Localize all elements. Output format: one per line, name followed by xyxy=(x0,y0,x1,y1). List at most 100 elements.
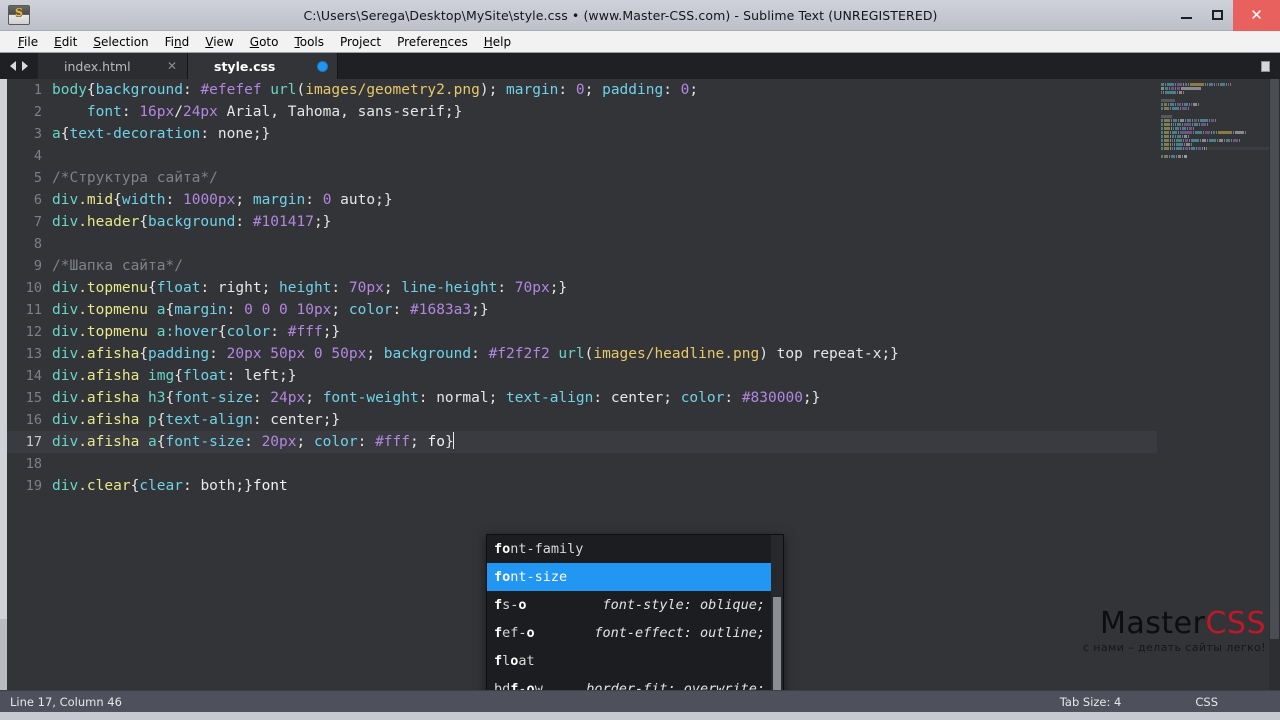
cursor-position-status[interactable]: Line 17, Column 46 xyxy=(0,695,122,709)
autocomplete-scroll-thumb[interactable] xyxy=(773,597,781,690)
code-editor[interactable]: 1 body{background: #efefef url(images/geo… xyxy=(0,79,1280,690)
autocomplete-trigger: fef-o xyxy=(494,625,535,641)
minimize-button[interactable] xyxy=(1171,0,1202,31)
autocomplete-popup[interactable]: font-family font-size fs-o font-style: obli… xyxy=(486,534,784,690)
title-bar: S C:\Users\Serega\Desktop\MySite\style.c… xyxy=(0,0,1280,31)
autocomplete-hint: font-style: oblique; xyxy=(602,597,765,613)
line-text[interactable]: div.topmenu{float: right; height: 70px; … xyxy=(52,277,1157,299)
line-text[interactable]: div.afisha p{text-align: center;} xyxy=(52,409,1157,431)
minimap-line xyxy=(1161,147,1269,150)
menu-item-preferences[interactable]: Preferences xyxy=(389,33,476,51)
menu-item-find[interactable]: Find xyxy=(157,33,198,51)
menu-item-selection[interactable]: Selection xyxy=(85,33,156,51)
autocomplete-list[interactable]: font-family font-size fs-o font-style: obli… xyxy=(487,535,783,690)
left-scroll-rail[interactable] xyxy=(0,79,7,690)
line-number: 10 xyxy=(25,280,42,296)
code-line-3[interactable]: 3 a{text-decoration: none;} xyxy=(7,123,1157,145)
autocomplete-item-font-size[interactable]: font-size xyxy=(487,563,783,591)
autocomplete-item-fs-o[interactable]: fs-o font-style: oblique; xyxy=(487,591,783,619)
minimap-line xyxy=(1161,103,1269,106)
minimap-line xyxy=(1161,127,1269,130)
tab-label: style.css xyxy=(214,58,276,74)
tab-list-icon[interactable] xyxy=(1250,53,1280,79)
code-line-9[interactable]: 9 /*Шапка сайта*/ xyxy=(7,255,1157,277)
maximize-button[interactable] xyxy=(1202,0,1233,31)
close-button[interactable]: ✕ xyxy=(1233,0,1280,31)
minimap-line xyxy=(1161,111,1269,114)
minimap-line xyxy=(1161,155,1269,158)
editor-scroll-thumb[interactable] xyxy=(1270,79,1279,639)
line-number: 4 xyxy=(33,148,42,164)
text-caret xyxy=(452,432,454,449)
code-line-17[interactable]: 17 div.afisha a{font-size: 20px; color: #… xyxy=(7,431,1157,453)
left-scroll-thumb[interactable] xyxy=(0,79,7,619)
editor-scrollbar[interactable] xyxy=(1269,79,1280,690)
code-line-10[interactable]: 10 div.topmenu{float: right; height: 70px… xyxy=(7,277,1157,299)
code-line-19[interactable]: 19 div.clear{clear: both;}font xyxy=(7,475,1157,497)
line-text[interactable]: a{text-decoration: none;} xyxy=(52,123,1157,145)
syntax-status[interactable]: CSS xyxy=(1195,695,1218,709)
line-text[interactable]: div.header{background: #101417;} xyxy=(52,211,1157,233)
line-text[interactable]: div.mid{width: 1000px; margin: 0 auto;} xyxy=(52,189,1157,211)
menu-item-goto[interactable]: Goto xyxy=(242,33,287,51)
code-line-13[interactable]: 13 div.afisha{padding: 20px 50px 0 50px; … xyxy=(7,343,1157,365)
autocomplete-item-fef-o[interactable]: fef-o font-effect: outline; xyxy=(487,619,783,647)
line-text[interactable]: div.clear{clear: both;}font xyxy=(52,475,1157,497)
menu-item-file[interactable]: File xyxy=(10,33,46,51)
minimap-line xyxy=(1161,99,1269,102)
line-number: 18 xyxy=(25,456,42,472)
autocomplete-trigger: font-family xyxy=(494,541,584,557)
autocomplete-item-font-family[interactable]: font-family xyxy=(487,535,783,563)
line-text[interactable]: div.afisha img{float: left;} xyxy=(52,365,1157,387)
line-text[interactable]: div.afisha h3{font-size: 24px; font-weig… xyxy=(52,387,1157,409)
line-number: 12 xyxy=(25,324,42,340)
minimap-line xyxy=(1161,87,1269,90)
code-line-7[interactable]: 7 div.header{background: #101417;} xyxy=(7,211,1157,233)
code-line-12[interactable]: 12 div.topmenu a:hover{color: #fff;} xyxy=(7,321,1157,343)
tab-nav-arrows[interactable] xyxy=(0,53,38,79)
line-number: 19 xyxy=(25,478,42,494)
autocomplete-item-float[interactable]: float xyxy=(487,647,783,675)
menu-item-project[interactable]: Project xyxy=(332,33,389,51)
code-line-16[interactable]: 16 div.afisha p{text-align: center;} xyxy=(7,409,1157,431)
code-line-6[interactable]: 6 div.mid{width: 1000px; margin: 0 auto;} xyxy=(7,189,1157,211)
line-text[interactable]: body{background: #efefef url(images/geom… xyxy=(52,79,1157,101)
code-line-4[interactable]: 4 xyxy=(7,145,1157,167)
tab-bar-spacer xyxy=(338,53,1250,79)
menu-item-view[interactable]: View xyxy=(197,33,241,51)
menu-item-help[interactable]: Help xyxy=(476,33,519,51)
line-number: 5 xyxy=(33,170,42,186)
tab-index-html[interactable]: index.html ✕ xyxy=(38,53,188,79)
line-text[interactable]: /*Шапка сайта*/ xyxy=(52,255,1157,277)
arrow-left-icon[interactable] xyxy=(10,61,16,71)
code-line-2[interactable]: 2 font: 16px/24px Arial, Tahoma, sans-se… xyxy=(7,101,1157,123)
line-text[interactable]: div.afisha{padding: 20px 50px 0 50px; ba… xyxy=(52,343,1157,365)
autocomplete-scrollbar[interactable] xyxy=(771,535,783,690)
line-number: 6 xyxy=(33,192,42,208)
line-text[interactable]: font: 16px/24px Arial, Tahoma, sans-seri… xyxy=(52,101,1157,123)
menu-item-tools[interactable]: Tools xyxy=(286,33,332,51)
tab-style-css[interactable]: style.css xyxy=(188,53,338,79)
code-line-8[interactable]: 8 xyxy=(7,233,1157,255)
code-line-18[interactable]: 18 xyxy=(7,453,1157,475)
autocomplete-item-bdf-ow[interactable]: bdf-ow border-fit: overwrite; xyxy=(487,675,783,690)
line-text[interactable]: div.afisha a{font-size: 20px; color: #ff… xyxy=(52,431,1157,453)
menu-item-edit[interactable]: Edit xyxy=(46,33,85,51)
line-text[interactable]: div.topmenu a:hover{color: #fff;} xyxy=(52,321,1157,343)
minimap-line xyxy=(1161,131,1269,134)
code-line-11[interactable]: 11 div.topmenu a{margin: 0 0 0 10px; colo… xyxy=(7,299,1157,321)
arrow-right-icon[interactable] xyxy=(22,61,28,71)
autocomplete-trigger: bdf-ow xyxy=(494,681,543,690)
code-line-14[interactable]: 14 div.afisha img{float: left;} xyxy=(7,365,1157,387)
line-number: 16 xyxy=(25,412,42,428)
code-line-5[interactable]: 5 /*Структура сайта*/ xyxy=(7,167,1157,189)
code-line-15[interactable]: 15 div.afisha h3{font-size: 24px; font-we… xyxy=(7,387,1157,409)
line-number: 14 xyxy=(25,368,42,384)
code-line-1[interactable]: 1 body{background: #efefef url(images/geo… xyxy=(7,79,1157,101)
tab-size-status[interactable]: Tab Size: 4 xyxy=(1060,695,1122,709)
line-text[interactable]: div.topmenu a{margin: 0 0 0 10px; color:… xyxy=(52,299,1157,321)
line-text[interactable]: /*Структура сайта*/ xyxy=(52,167,1157,189)
minimap[interactable] xyxy=(1157,79,1269,690)
tab-close-icon[interactable]: ✕ xyxy=(167,59,177,73)
tab-unsaved-indicator[interactable] xyxy=(318,61,327,71)
